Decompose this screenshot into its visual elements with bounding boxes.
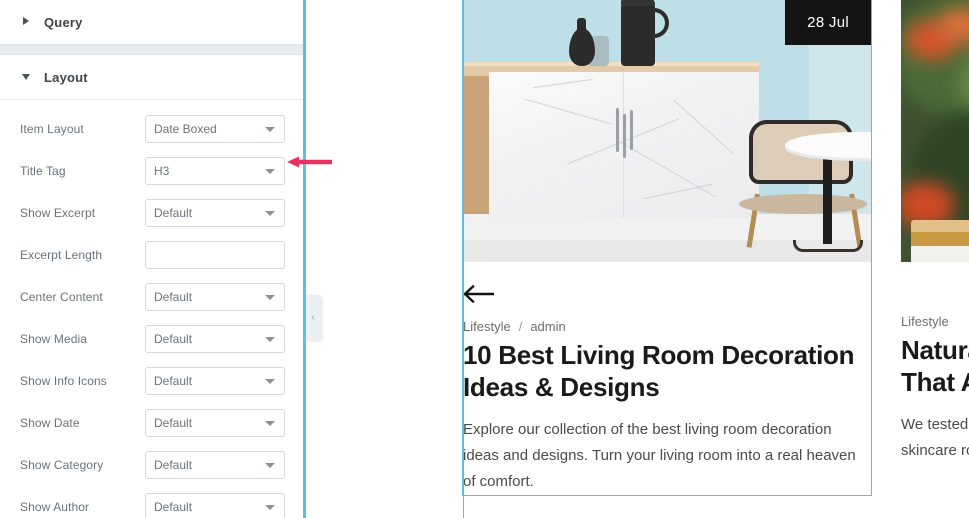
select-show-excerpt[interactable]: Default: [145, 199, 285, 227]
arrow-left-icon[interactable]: [463, 284, 495, 304]
section-title-layout: Layout: [44, 69, 88, 85]
chevron-down-icon: [265, 295, 275, 300]
input-excerpt-length[interactable]: [145, 241, 285, 269]
meta-separator: /: [518, 319, 523, 334]
control-row-show-excerpt: Show Excerpt Default: [0, 192, 305, 234]
chevron-down-icon: [265, 379, 275, 384]
select-value-item-layout: Date Boxed: [154, 122, 217, 136]
post-featured-image[interactable]: [901, 0, 969, 262]
chevron-left-icon: ‹: [311, 311, 315, 323]
panel-collapse-handle[interactable]: ‹: [305, 295, 321, 340]
post-excerpt: We tested dozens of the most popular nat…: [901, 416, 969, 460]
label-excerpt-length: Excerpt Length: [20, 248, 103, 262]
field-show-excerpt: Default: [145, 199, 285, 227]
control-row-show-info-icons: Show Info Icons Default: [0, 360, 305, 402]
select-value-show-category: Default: [154, 458, 193, 472]
select-value-center-content: Default: [154, 290, 193, 304]
control-row-show-author: Show Author Default: [0, 486, 305, 518]
post-featured-image[interactable]: 28 Jul: [463, 0, 871, 262]
label-show-media: Show Media: [20, 332, 88, 346]
select-item-layout[interactable]: Date Boxed: [145, 115, 285, 143]
chevron-down-icon: [265, 421, 275, 426]
section-header-layout[interactable]: Layout: [0, 55, 305, 100]
label-show-date: Show Date: [20, 416, 80, 430]
field-title-tag: H3: [145, 157, 285, 185]
chevron-down-icon: [265, 463, 275, 468]
control-row-center-content: Center Content Default: [0, 276, 305, 318]
control-row-show-date: Show Date Default: [0, 402, 305, 444]
field-center-content: Default: [145, 283, 285, 311]
control-row-excerpt-length: Excerpt Length: [0, 234, 305, 276]
field-show-info-icons: Default: [145, 367, 285, 395]
select-value-show-author: Default: [154, 500, 193, 514]
panel-resize-edge[interactable]: [303, 0, 306, 518]
post-title[interactable]: 10 Best Living Room Decoration Ideas & D…: [463, 340, 871, 403]
control-row-show-media: Show Media Default: [0, 318, 305, 360]
select-title-tag[interactable]: H3: [145, 157, 285, 185]
select-value-show-media: Default: [154, 332, 193, 346]
chevron-down-icon: [265, 505, 275, 510]
post-category[interactable]: Lifestyle: [463, 319, 511, 334]
field-excerpt-length: [145, 241, 285, 269]
field-show-date: Default: [145, 409, 285, 437]
post-title[interactable]: Natural Tips For Radiant Skin That Actua…: [901, 335, 969, 398]
field-show-media: Default: [145, 325, 285, 353]
label-center-content: Center Content: [20, 290, 103, 304]
section-title-query: Query: [44, 14, 83, 30]
post-meta: Lifestyle / admin: [463, 319, 871, 334]
triangle-right-icon: [22, 17, 32, 27]
section-divider: [0, 45, 305, 55]
section-header-query[interactable]: Query: [0, 0, 305, 45]
layout-controls: Item Layout Date Boxed Title Tag H3 Show…: [0, 100, 305, 518]
select-show-info-icons[interactable]: Default: [145, 367, 285, 395]
label-show-category: Show Category: [20, 458, 104, 472]
field-item-layout: Date Boxed: [145, 115, 285, 143]
post-card[interactable]: 28 Jul Lifestyle / admin 10 Best Living Ro…: [462, 0, 872, 518]
chevron-down-icon: [265, 169, 275, 174]
post-author[interactable]: admin: [530, 319, 565, 334]
post-category[interactable]: Lifestyle: [901, 314, 949, 329]
select-value-title-tag: H3: [154, 164, 170, 178]
label-show-excerpt: Show Excerpt: [20, 206, 96, 220]
post-card[interactable]: Lifestyle Natural Tips For Radiant Skin …: [901, 0, 969, 495]
garden-scene-image: [901, 0, 969, 262]
label-item-layout: Item Layout: [20, 122, 84, 136]
select-show-author[interactable]: Default: [145, 493, 285, 518]
select-value-show-date: Default: [154, 416, 193, 430]
control-row-title-tag: Title Tag H3: [0, 150, 305, 192]
post-body: Lifestyle / admin 10 Best Living Room Deco…: [463, 262, 871, 495]
select-show-category[interactable]: Default: [145, 451, 285, 479]
control-row-item-layout: Item Layout Date Boxed: [0, 108, 305, 150]
control-row-show-category: Show Category Default: [0, 444, 305, 486]
select-center-content[interactable]: Default: [145, 283, 285, 311]
select-show-media[interactable]: Default: [145, 325, 285, 353]
chevron-down-icon: [265, 211, 275, 216]
chevron-down-icon: [265, 127, 275, 132]
field-show-category: Default: [145, 451, 285, 479]
post-excerpt: Explore our collection of the best livin…: [463, 421, 856, 491]
post-date-badge: 28 Jul: [785, 0, 871, 45]
post-meta: Lifestyle: [901, 314, 969, 329]
select-value-show-info-icons: Default: [154, 374, 193, 388]
post-body: Lifestyle Natural Tips For Radiant Skin …: [901, 262, 969, 464]
preview-canvas: 28 Jul Lifestyle / admin 10 Best Living Ro…: [305, 0, 969, 518]
settings-panel: Query Layout Item Layout Date Boxed Titl…: [0, 0, 305, 518]
label-show-info-icons: Show Info Icons: [20, 374, 107, 388]
field-show-author: Default: [145, 493, 285, 518]
select-value-show-excerpt: Default: [154, 206, 193, 220]
label-show-author: Show Author: [20, 500, 90, 514]
label-title-tag: Title Tag: [20, 164, 66, 178]
posts-grid: 28 Jul Lifestyle / admin 10 Best Living Ro…: [462, 0, 969, 518]
chevron-down-icon: [265, 337, 275, 342]
select-show-date[interactable]: Default: [145, 409, 285, 437]
triangle-down-icon: [22, 72, 32, 82]
app-root: Query Layout Item Layout Date Boxed Titl…: [0, 0, 969, 518]
